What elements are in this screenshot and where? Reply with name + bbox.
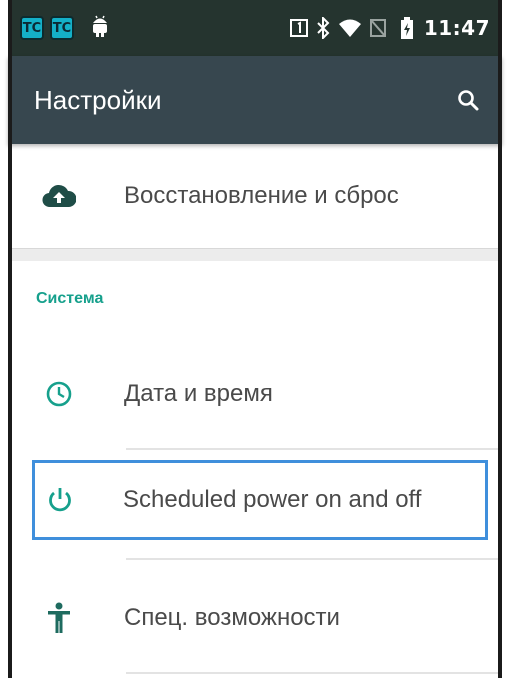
clock-icon [34, 380, 84, 408]
search-button[interactable] [456, 88, 480, 112]
settings-item-label: Спец. возможности [124, 604, 340, 631]
battery-icon [400, 17, 414, 39]
no-sim-icon [369, 18, 386, 38]
section-divider [12, 248, 498, 261]
page-title: Настройки [34, 84, 162, 115]
settings-screen: TC TC 11:47 Настройки Восстановление и с… [0, 0, 510, 678]
settings-item-scheduled-power[interactable]: Scheduled power on and off [32, 460, 488, 540]
item-divider [126, 558, 498, 560]
item-divider [126, 448, 498, 450]
toolbar: Настройки [8, 56, 502, 144]
item-divider [126, 672, 498, 674]
settings-item-label: Scheduled power on and off [123, 486, 422, 513]
settings-item-date-time[interactable]: Дата и время [12, 340, 498, 448]
settings-item-restore-reset[interactable]: Восстановление и сброс [12, 144, 498, 248]
settings-item-label: Дата и время [124, 380, 273, 407]
tc-app-badge: TC [20, 16, 44, 40]
status-bar: TC TC 11:47 [8, 0, 502, 56]
tc-app-badge: TC [50, 16, 74, 40]
search-icon [458, 90, 479, 111]
wifi-icon [338, 18, 362, 38]
sim-1-icon [289, 18, 308, 38]
settings-item-label: Восстановление и сброс [124, 182, 399, 209]
clock: 11:47 [423, 16, 490, 40]
bluetooth-icon [316, 17, 330, 39]
android-icon [90, 14, 110, 42]
accessibility-icon [34, 602, 84, 634]
section-header-system: Система [36, 290, 104, 307]
settings-item-accessibility[interactable]: Спец. возможности [12, 562, 498, 674]
cloud-upload-icon [34, 183, 84, 209]
power-icon [35, 486, 85, 514]
